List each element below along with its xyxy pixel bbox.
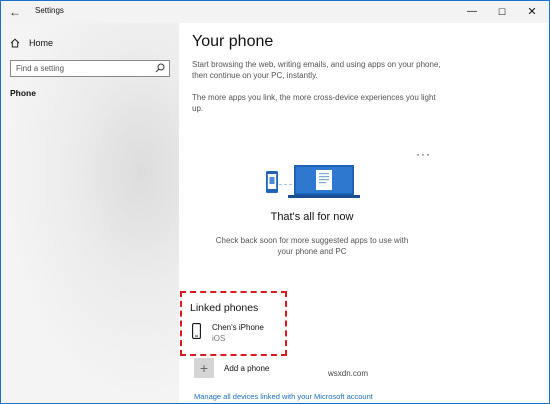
- home-icon: [10, 38, 20, 48]
- watermark: wsxdn.com: [328, 369, 369, 378]
- sidebar-item-label: Home: [29, 38, 54, 48]
- plus-icon: +: [194, 358, 214, 378]
- search-icon[interactable]: [155, 63, 165, 73]
- linked-device-item[interactable]: Chen's iPhone iOS: [192, 321, 272, 347]
- phone-icon: [192, 323, 201, 339]
- close-button[interactable]: ✕: [518, 3, 546, 21]
- add-phone-label: Add a phone: [224, 363, 270, 373]
- device-os: iOS: [212, 334, 226, 343]
- page-title: Your phone: [192, 33, 274, 50]
- phone-pc-illustration-icon: [266, 165, 360, 198]
- intro-text: Start browsing the web, writing emails, …: [192, 60, 441, 80]
- sidebar-item-phone[interactable]: Phone: [10, 88, 36, 98]
- title-bar: ← Settings — ☐ ✕: [1, 1, 549, 23]
- sidebar: Home Phone: [1, 23, 179, 403]
- minimize-button[interactable]: —: [458, 3, 486, 21]
- back-button[interactable]: ←: [7, 4, 23, 20]
- all-done-heading: That's all for now: [270, 211, 354, 223]
- linked-phones-heading: Linked phones: [190, 302, 259, 314]
- window-title: Settings: [35, 6, 64, 15]
- intro-text-secondary: The more apps you link, the more cross-d…: [192, 93, 436, 113]
- add-phone-button[interactable]: + Add a phone: [194, 358, 269, 378]
- sidebar-item-home[interactable]: Home: [10, 35, 53, 51]
- more-options-button[interactable]: ···: [416, 147, 431, 161]
- manage-devices-link[interactable]: Manage all devices linked with your Micr…: [194, 392, 373, 401]
- maximize-button[interactable]: ☐: [488, 3, 516, 21]
- search-box: [10, 60, 170, 77]
- settings-window: ← Settings — ☐ ✕ Home Phone Your phone S…: [0, 0, 550, 404]
- main-content: Your phone Start browsing the web, writi…: [180, 23, 549, 403]
- search-input[interactable]: [16, 61, 146, 76]
- all-done-subtext: Check back soon for more suggested apps …: [215, 236, 409, 256]
- device-name: Chen's iPhone: [212, 323, 264, 332]
